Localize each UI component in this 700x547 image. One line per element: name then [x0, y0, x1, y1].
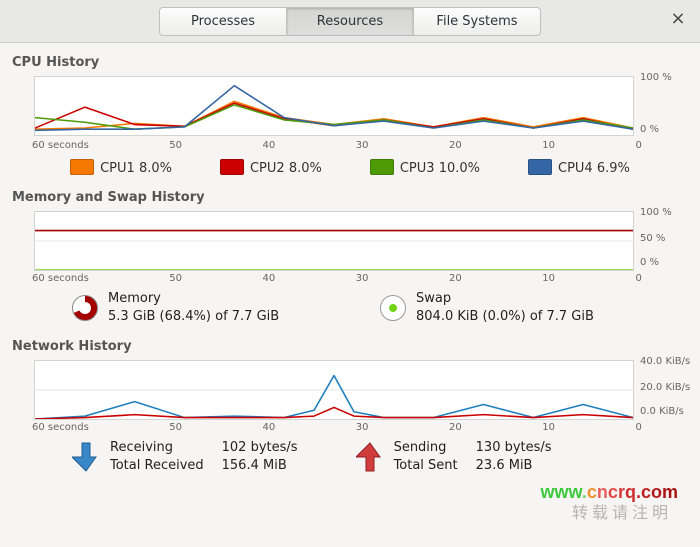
- color-swatch: [70, 159, 94, 175]
- send-total-value: 23.6 MiB: [476, 457, 570, 475]
- recv-rate-value: 102 bytes/s: [222, 439, 316, 457]
- cpu-legend-label: CPU4 6.9%: [558, 161, 630, 176]
- memory-pie-icon: [72, 295, 98, 321]
- network-history-title: Network History: [12, 339, 688, 354]
- cpu-legend-label: CPU2 8.0%: [250, 161, 322, 176]
- cpu-legend-item[interactable]: CPU3 10.0%: [370, 159, 480, 176]
- cpu-chart: 100 %0 %: [34, 76, 688, 138]
- cpu-history-title: CPU History: [12, 55, 688, 70]
- cpu-legend-item[interactable]: CPU4 6.9%: [528, 159, 630, 176]
- network-chart: 40.0 KiB/s20.0 KiB/s0.0 KiB/s: [34, 360, 688, 420]
- send-rate-label: Sending: [394, 439, 476, 457]
- network-details: Receiving 102 bytes/s Total Received 156…: [72, 439, 688, 474]
- tab-resources[interactable]: Resources: [287, 7, 414, 36]
- swap-usage: Swap 804.0 KiB (0.0%) of 7.7 GiB: [380, 290, 688, 325]
- network-sending: Sending 130 bytes/s Total Sent 23.6 MiB: [356, 439, 570, 474]
- swap-value: 804.0 KiB (0.0%) of 7.7 GiB: [416, 308, 594, 326]
- color-swatch: [528, 159, 552, 175]
- send-rate-value: 130 bytes/s: [476, 439, 570, 457]
- recv-rate-label: Receiving: [110, 439, 222, 457]
- send-total-label: Total Sent: [394, 457, 476, 475]
- memory-label: Memory: [108, 290, 279, 308]
- upload-icon: [356, 441, 384, 473]
- titlebar: Processes Resources File Systems ×: [0, 0, 700, 43]
- network-x-axis: 60 seconds50403020100: [30, 420, 644, 433]
- cpu-x-axis: 60 seconds50403020100: [30, 138, 644, 151]
- download-icon: [72, 441, 100, 473]
- network-receiving: Receiving 102 bytes/s Total Received 156…: [72, 439, 316, 474]
- memory-usage: Memory 5.3 GiB (68.4%) of 7.7 GiB: [72, 290, 380, 325]
- tab-filesystems[interactable]: File Systems: [414, 7, 541, 36]
- memory-plot: [34, 211, 634, 271]
- cpu-legend-item[interactable]: CPU1 8.0%: [70, 159, 172, 176]
- resources-pane: CPU History 100 %0 % 60 seconds504030201…: [0, 43, 700, 547]
- cpu-legend-label: CPU3 10.0%: [400, 161, 480, 176]
- view-tabs: Processes Resources File Systems: [159, 7, 541, 36]
- cpu-legend: CPU1 8.0% CPU2 8.0% CPU3 10.0% CPU4 6.9%: [12, 159, 688, 176]
- color-swatch: [220, 159, 244, 175]
- recv-total-label: Total Received: [110, 457, 222, 475]
- swap-pie-icon: [380, 295, 406, 321]
- cpu-plot: [34, 76, 634, 136]
- system-monitor-window: Processes Resources File Systems × CPU H…: [0, 0, 700, 547]
- close-icon[interactable]: ×: [668, 10, 688, 30]
- network-plot: [34, 360, 634, 420]
- memory-swap-details: Memory 5.3 GiB (68.4%) of 7.7 GiB Swap 8…: [72, 290, 688, 325]
- recv-total-value: 156.4 MiB: [222, 457, 316, 475]
- cpu-legend-label: CPU1 8.0%: [100, 161, 172, 176]
- memory-value: 5.3 GiB (68.4%) of 7.7 GiB: [108, 308, 279, 326]
- color-swatch: [370, 159, 394, 175]
- tab-processes[interactable]: Processes: [159, 7, 287, 36]
- memory-x-axis: 60 seconds50403020100: [30, 271, 644, 284]
- swap-label: Swap: [416, 290, 594, 308]
- memory-history-title: Memory and Swap History: [12, 190, 688, 205]
- cpu-legend-item[interactable]: CPU2 8.0%: [220, 159, 322, 176]
- memory-chart: 100 %50 %0 %: [34, 211, 688, 271]
